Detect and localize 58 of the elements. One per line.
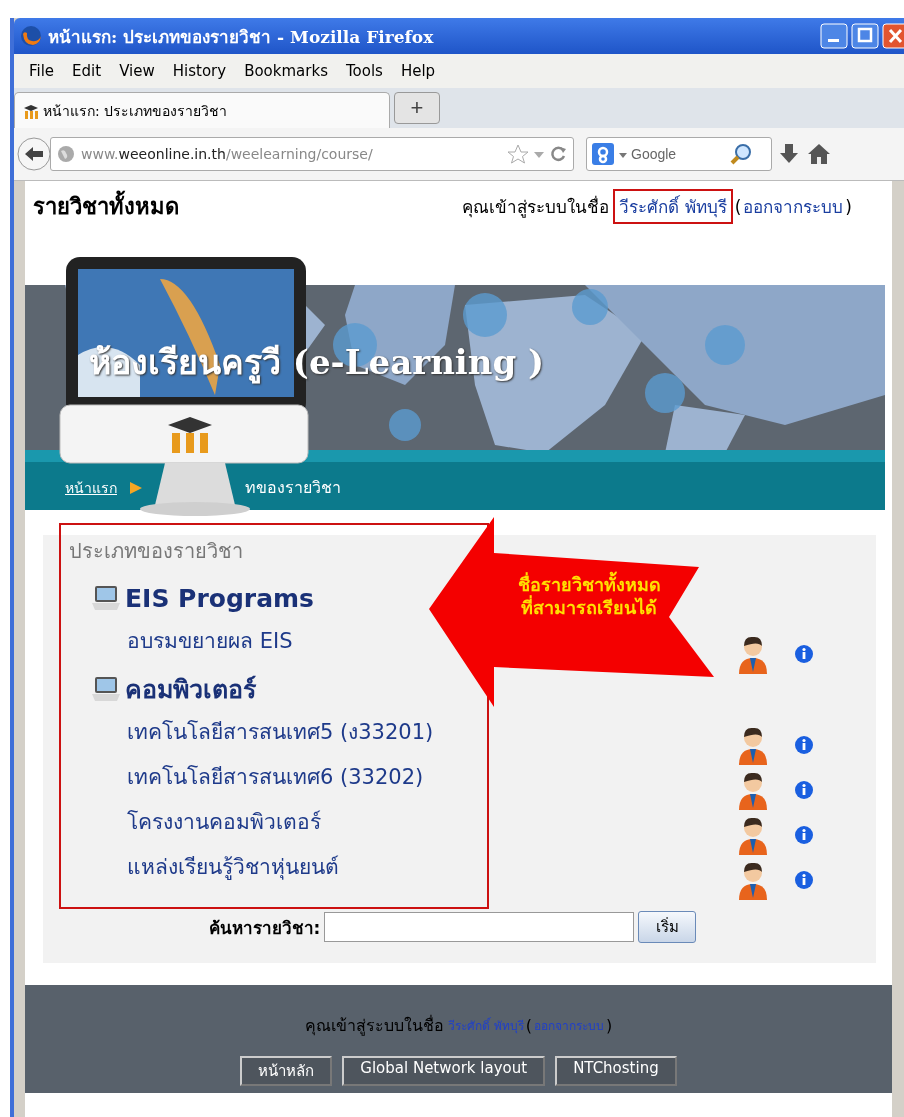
parenthesis: ) [605, 1016, 613, 1035]
parenthesis: ) [845, 196, 852, 217]
browser-tab[interactable]: หน้าแรก: ประเภทของรายวิชา [14, 92, 390, 128]
search-icon[interactable] [730, 143, 752, 165]
info-icon[interactable] [794, 869, 814, 890]
star-icon[interactable] [507, 144, 529, 164]
parenthesis: ( [734, 196, 742, 217]
minimize-button[interactable] [820, 23, 848, 49]
menu-item[interactable]: View [112, 62, 162, 80]
graduation-cap-icon [23, 102, 39, 119]
parenthesis: ( [525, 1016, 532, 1035]
computer-icon [91, 676, 121, 702]
menu-item[interactable]: Tools [338, 62, 390, 80]
new-tab-button[interactable]: + [394, 92, 440, 124]
course-search-field[interactable] [324, 912, 635, 942]
menu-item[interactable]: Edit [65, 62, 109, 80]
info-icon[interactable] [794, 824, 814, 845]
footer-link[interactable]: Global Network layout [342, 1056, 546, 1086]
search-label: ค้นหารายวิชา: [208, 916, 321, 940]
info-icon[interactable] [794, 734, 814, 755]
breadcrumb-link[interactable]: หน้าแรก [65, 476, 117, 499]
page-heading: รายวิชาทั้งหมด [33, 189, 179, 224]
panel-title: ประเภทของรายวิชา [69, 538, 244, 565]
info-icon[interactable] [794, 779, 814, 800]
firefox-icon [20, 25, 42, 47]
course-link[interactable]: เทคโนโลยีสารสนเทศ5 (ง33201) [127, 712, 434, 757]
menu-item[interactable]: Bookmarks [237, 62, 335, 80]
maximize-button[interactable] [851, 23, 879, 49]
home-icon[interactable] [806, 142, 832, 166]
course-link[interactable]: แหล่งเรียนรู้วิชาหุ่นยนต์ [127, 847, 339, 892]
address-field[interactable]: www.weeonline.in.th/weelearning/course/ [50, 137, 574, 171]
globe-icon [57, 145, 75, 163]
menu-item[interactable]: File [22, 62, 62, 80]
info-icon[interactable] [794, 643, 814, 664]
go-button[interactable]: เริ่ม [638, 911, 697, 943]
course-link[interactable]: เทคโนโลยีสารสนเทศ6 (33202) [127, 757, 424, 802]
breadcrumb-text: ทของรายวิชา [245, 477, 341, 499]
footer-link[interactable]: หน้าหลัก [240, 1056, 333, 1086]
callout-text: ชื่อรายวิชาทั้งหมด ที่สามารถเรียนได้ [489, 573, 689, 619]
login-text: คุณเข้าสู่ระบบในชื่อ [304, 1014, 444, 1038]
course-link[interactable]: โครงงานคอมพิวเตอร์ [127, 802, 321, 847]
search-field[interactable]: Google [586, 137, 772, 171]
play-arrow-icon [129, 480, 143, 495]
menu-item[interactable]: Help [393, 62, 443, 80]
logout-link[interactable]: ออกจากระบบ [743, 193, 844, 220]
menu-item[interactable]: History [165, 62, 234, 80]
login-text: คุณเข้าสู่ระบบในชื่อ [462, 194, 610, 220]
category-link[interactable]: คอมพิวเตอร์ [125, 669, 256, 709]
reload-icon[interactable] [549, 144, 567, 164]
user-link[interactable]: วีระศักดิ์ พัทบุรี [613, 189, 733, 224]
category-link[interactable]: EIS Programs [125, 583, 314, 613]
back-button[interactable] [16, 136, 52, 172]
close-button[interactable] [882, 23, 904, 49]
window-title: หน้าแรก: ประเภทของรายวิชา - Mozilla Firefox [48, 25, 435, 49]
computer-icon [91, 585, 121, 611]
footer-link[interactable]: NTChosting [555, 1056, 677, 1086]
course-link[interactable]: อบรมขยายผล EIS [127, 621, 293, 666]
search-engine-icon[interactable] [591, 142, 615, 166]
